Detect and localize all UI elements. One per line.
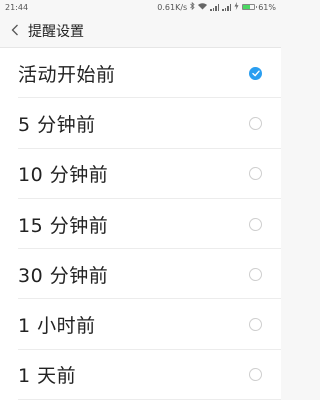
radio-checked-icon[interactable]	[249, 66, 262, 80]
radio-unchecked-icon[interactable]	[249, 318, 262, 332]
radio-unchecked-icon[interactable]	[249, 217, 262, 231]
reminder-option-label: 1 小时前	[18, 315, 96, 338]
signal-icon	[210, 3, 220, 11]
battery-level-fill	[243, 5, 250, 9]
battery-percent: 61%	[258, 2, 276, 12]
reminder-option-label: 30 分钟前	[18, 264, 109, 287]
reminder-option-row[interactable]: 10 分钟前	[0, 149, 281, 200]
battery-icon	[242, 4, 258, 10]
reminder-option-row[interactable]: 1 天前	[0, 350, 281, 400]
bluetooth-icon	[190, 1, 195, 12]
reminder-option-label: 活动开始前	[18, 63, 116, 86]
status-time: 21:44	[5, 2, 29, 12]
reminder-option-row[interactable]: 5 分钟前	[0, 98, 281, 149]
reminder-option-label: 15 分钟前	[18, 214, 109, 237]
radio-unchecked-icon[interactable]	[249, 368, 262, 382]
status-icons: 0.61K/s 61%	[157, 1, 276, 12]
reminder-option-row[interactable]: 15 分钟前	[0, 199, 281, 250]
reminder-option-label: 1 天前	[18, 365, 77, 388]
reminder-option-row[interactable]: 活动开始前	[0, 48, 281, 99]
reminder-options-list: 活动开始前 5 分钟前 10 分钟前 15 分钟前 30 分钟前 1 小时前 1 天前	[0, 48, 281, 400]
wifi-icon	[198, 2, 208, 12]
radio-unchecked-icon[interactable]	[249, 116, 262, 130]
reminder-option-label: 5 分钟前	[18, 113, 96, 136]
chevron-left-icon	[11, 21, 19, 40]
reminder-option-row[interactable]: 30 分钟前	[0, 249, 281, 300]
status-bar: 21:44 0.61K/s 61%	[0, 0, 281, 14]
charging-icon	[234, 2, 239, 12]
radio-unchecked-icon[interactable]	[249, 267, 262, 281]
reminder-option-row[interactable]: 1 小时前	[0, 299, 281, 351]
reminder-option-label: 10 分钟前	[18, 164, 109, 187]
radio-unchecked-icon[interactable]	[249, 167, 262, 181]
page-title: 提醒设置	[28, 23, 84, 40]
back-button[interactable]	[4, 14, 26, 48]
network-speed: 0.61K/s	[157, 2, 188, 12]
signal-icon	[222, 3, 232, 11]
navigation-header: 提醒设置	[0, 14, 281, 48]
